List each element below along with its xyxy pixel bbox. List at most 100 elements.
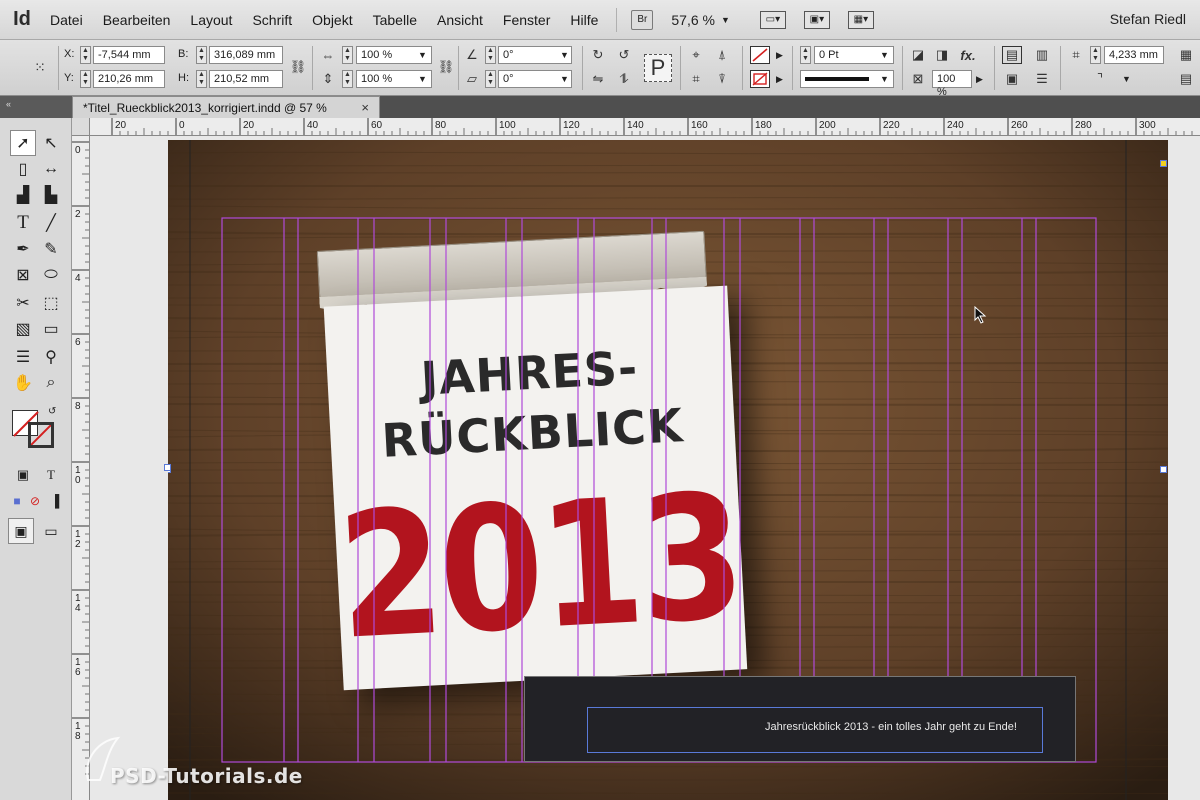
scissors-tool-icon[interactable]: ✂ bbox=[10, 290, 36, 316]
object-effects-icon[interactable]: ◨ bbox=[932, 46, 952, 64]
opacity-field[interactable]: 100 % bbox=[932, 70, 972, 98]
caption-text[interactable]: Jahresrückblick 2013 - ein tolles Jahr g… bbox=[765, 721, 1017, 733]
document-page[interactable]: JAHRES- RÜCKBLICK 2013 Jahresrückblick 2… bbox=[168, 140, 1168, 800]
menu-ansicht[interactable]: Ansicht bbox=[427, 12, 493, 28]
pen-tool-icon[interactable]: ✒ bbox=[10, 236, 36, 262]
chevron-down-icon[interactable]: ▼ bbox=[880, 50, 889, 60]
constrain-scale-icon[interactable]: ⛓ bbox=[436, 58, 456, 76]
rectangle-frame-tool-icon[interactable]: ⊠ bbox=[10, 262, 36, 288]
width-field[interactable]: 316,089 mm bbox=[209, 46, 283, 64]
stroke-swatch-icon[interactable] bbox=[750, 70, 770, 88]
menu-hilfe[interactable]: Hilfe bbox=[560, 12, 608, 28]
formatting-text-icon[interactable]: T bbox=[38, 462, 64, 488]
y-stepper[interactable]: ▲ ▼ bbox=[80, 70, 91, 88]
shear-stepper[interactable]: ▲ ▼ bbox=[485, 70, 496, 88]
selection-handle-right[interactable] bbox=[1160, 466, 1167, 473]
zoom-level-dropdown[interactable]: 57,6 % ▼ bbox=[671, 12, 730, 28]
menu-layout[interactable]: Layout bbox=[180, 12, 242, 28]
y-position-field[interactable]: 210,26 mm bbox=[93, 70, 165, 88]
panel-menu-icon[interactable]: ▦ bbox=[1176, 46, 1196, 64]
menu-datei[interactable]: Datei bbox=[40, 12, 93, 28]
chevron-right-icon[interactable]: ▶ bbox=[976, 74, 983, 85]
stroke-weight-stepper[interactable]: ▲ ▼ bbox=[800, 46, 811, 64]
text-wrap-none-icon[interactable]: ▤ bbox=[1002, 46, 1022, 64]
normal-view-icon[interactable]: ▣ bbox=[8, 518, 34, 544]
selection-handle-outer[interactable] bbox=[164, 464, 171, 471]
screen-mode-icon[interactable]: ▭ bbox=[38, 518, 64, 544]
menu-schrift[interactable]: Schrift bbox=[242, 12, 302, 28]
paragraph-flip-icon[interactable]: P bbox=[644, 54, 672, 82]
document-tab[interactable]: *Titel_Rueckblick2013_korrigiert.indd @ … bbox=[72, 96, 380, 118]
text-wrap-bbox-icon[interactable]: ▥ bbox=[1032, 46, 1052, 64]
rotate-cw-icon[interactable]: ↻ bbox=[588, 46, 608, 64]
horizontal-ruler[interactable]: 20 0 20 40 60 80 100 120 140 160 180 200 220 240 260 28… bbox=[72, 118, 1200, 136]
caption-text-frame[interactable]: Jahresrückblick 2013 - ein tolles Jahr g… bbox=[524, 676, 1076, 762]
align-center-icon[interactable]: ☰ bbox=[1032, 70, 1052, 88]
auto-fit-icon[interactable]: ▤ bbox=[1176, 70, 1196, 88]
bridge-button[interactable]: Br bbox=[631, 9, 654, 30]
chevron-down-icon[interactable]: ▼ bbox=[1122, 74, 1131, 84]
collapse-panel-icon[interactable]: « bbox=[0, 96, 72, 118]
scale-x-stepper[interactable]: ▲ ▼ bbox=[342, 46, 353, 64]
user-name[interactable]: Stefan Riedl bbox=[1110, 11, 1186, 27]
flip-vertical-icon[interactable]: ⥮ bbox=[614, 70, 634, 88]
line-tool-icon[interactable]: ╱ bbox=[38, 210, 64, 236]
zoom-tool-icon[interactable]: ⌕ bbox=[38, 370, 64, 396]
pasteboard[interactable]: JAHRES- RÜCKBLICK 2013 Jahresrückblick 2… bbox=[90, 136, 1200, 800]
width-stepper[interactable]: ▲ ▼ bbox=[196, 46, 207, 64]
fill-swatch-icon[interactable] bbox=[750, 46, 770, 64]
gradient-feather-tool-icon[interactable]: ▭ bbox=[38, 316, 64, 342]
swap-colors-icon[interactable]: ↺ bbox=[48, 406, 56, 417]
select-previous-icon[interactable]: ⍒ bbox=[712, 70, 732, 88]
fx-icon[interactable]: fx. bbox=[958, 46, 978, 64]
apply-gradient-icon[interactable]: ▐ bbox=[42, 488, 68, 514]
content-placer-tool-icon[interactable]: ▙ bbox=[38, 182, 64, 208]
corner-option-icon[interactable]: ⌝ bbox=[1090, 70, 1110, 88]
arrange-documents-icon[interactable]: ▦▾ bbox=[847, 10, 874, 29]
selection-tool-icon[interactable]: ➚ bbox=[10, 130, 36, 156]
constrain-proportions-icon[interactable]: ⛓ bbox=[288, 58, 308, 76]
spacing-stepper[interactable]: ▲ ▼ bbox=[1090, 46, 1101, 64]
direct-selection-tool-icon[interactable]: ↖ bbox=[38, 130, 64, 156]
eyedropper-tool-icon[interactable]: ⚲ bbox=[38, 344, 64, 370]
page-tool-icon[interactable]: ▯ bbox=[10, 156, 36, 182]
content-collector-tool-icon[interactable]: ▟ bbox=[10, 182, 36, 208]
note-tool-icon[interactable]: ☰ bbox=[10, 344, 36, 370]
x-position-field[interactable]: -7,544 mm bbox=[93, 46, 165, 64]
close-icon[interactable]: × bbox=[361, 100, 369, 115]
gap-tool-icon[interactable]: ↔ bbox=[38, 156, 64, 182]
pencil-tool-icon[interactable]: ✎ bbox=[38, 236, 64, 262]
height-field[interactable]: 210,52 mm bbox=[209, 70, 283, 88]
formatting-container-icon[interactable]: ▣ bbox=[10, 462, 36, 488]
ruler-origin[interactable] bbox=[72, 118, 90, 136]
select-content-icon[interactable]: ⌗ bbox=[686, 70, 706, 88]
menu-tabelle[interactable]: Tabelle bbox=[363, 12, 427, 28]
x-stepper[interactable]: ▲ ▼ bbox=[80, 46, 91, 64]
chevron-right-icon[interactable]: ▶ bbox=[776, 74, 783, 85]
hand-tool-icon[interactable]: ✋ bbox=[10, 370, 36, 396]
chevron-right-icon[interactable]: ▶ bbox=[776, 50, 783, 61]
chevron-down-icon[interactable]: ▼ bbox=[880, 74, 889, 84]
menu-fenster[interactable]: Fenster bbox=[493, 12, 560, 28]
scale-y-stepper[interactable]: ▲ ▼ bbox=[342, 70, 353, 88]
chevron-down-icon[interactable]: ▼ bbox=[418, 50, 427, 60]
screen-mode-icon[interactable]: ▣▾ bbox=[803, 10, 830, 29]
select-next-icon[interactable]: ⍋ bbox=[712, 46, 732, 64]
spacing-field[interactable]: 4,233 mm bbox=[1104, 46, 1164, 64]
chevron-down-icon[interactable]: ▼ bbox=[560, 74, 569, 84]
type-tool-icon[interactable]: T bbox=[10, 210, 36, 236]
chevron-down-icon[interactable]: ▼ bbox=[560, 50, 569, 60]
gradient-swatch-tool-icon[interactable]: ▧ bbox=[10, 316, 36, 342]
rotate-ccw-icon[interactable]: ↺ bbox=[614, 46, 634, 64]
menu-objekt[interactable]: Objekt bbox=[302, 12, 362, 28]
height-stepper[interactable]: ▲ ▼ bbox=[196, 70, 207, 88]
rotate-stepper[interactable]: ▲ ▼ bbox=[485, 46, 496, 64]
chevron-down-icon[interactable]: ▼ bbox=[418, 74, 427, 84]
flip-horizontal-icon[interactable]: ⇋ bbox=[588, 70, 608, 88]
menu-bearbeiten[interactable]: Bearbeiten bbox=[93, 12, 181, 28]
align-top-icon[interactable]: ▣ bbox=[1002, 70, 1022, 88]
ellipse-tool-icon[interactable]: ⬭ bbox=[38, 262, 64, 288]
vertical-ruler[interactable]: 024681012141618 bbox=[72, 136, 90, 800]
drop-shadow-icon[interactable]: ◪ bbox=[908, 46, 928, 64]
free-transform-tool-icon[interactable]: ⬚ bbox=[38, 290, 64, 316]
